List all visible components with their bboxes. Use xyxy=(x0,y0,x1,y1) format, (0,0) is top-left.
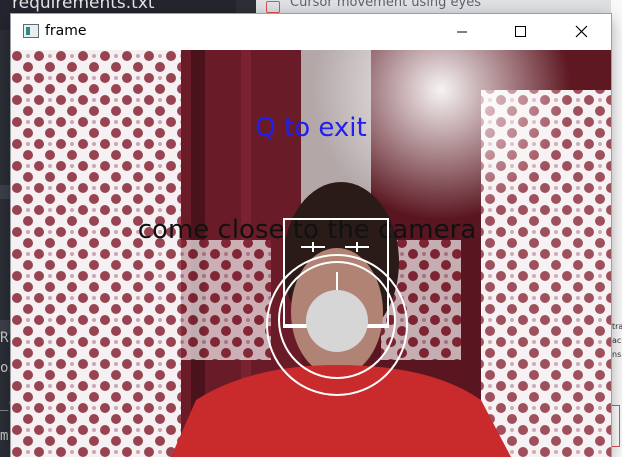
title-bar[interactable]: frame xyxy=(11,14,611,50)
browser-side-column xyxy=(610,0,622,457)
editor-fragment: R xyxy=(0,330,9,346)
browser-fragment: tra xyxy=(612,322,622,331)
browser-tabstrip: Cursor movement using eyes xyxy=(256,0,622,14)
browser-tab-icon xyxy=(266,1,280,13)
camera-feed: Q to exit come close to the camera xyxy=(11,50,611,457)
browser-fragment: ack xyxy=(612,336,622,345)
minimize-button[interactable] xyxy=(439,14,485,50)
browser-red-box xyxy=(611,405,620,447)
nose-circle xyxy=(306,290,368,352)
editor-gutter xyxy=(0,30,10,457)
maximize-icon xyxy=(515,26,526,37)
camera-frame: Q to exit come close to the camera xyxy=(11,50,611,457)
editor-fragment: m xyxy=(0,428,9,444)
window-title: frame xyxy=(45,23,87,39)
app-icon xyxy=(23,24,39,38)
exit-hint: Q to exit xyxy=(255,113,366,143)
browser-fragment: nsi xyxy=(612,350,622,359)
close-button[interactable] xyxy=(559,14,605,50)
frame-window: frame Q to exit come close to the camera xyxy=(11,14,611,457)
close-icon xyxy=(575,25,588,38)
browser-tab-title[interactable]: Cursor movement using eyes xyxy=(290,0,481,10)
editor-filename: requirements.txt xyxy=(12,0,155,13)
minimize-icon xyxy=(457,31,467,33)
maximize-button[interactable] xyxy=(497,14,543,50)
